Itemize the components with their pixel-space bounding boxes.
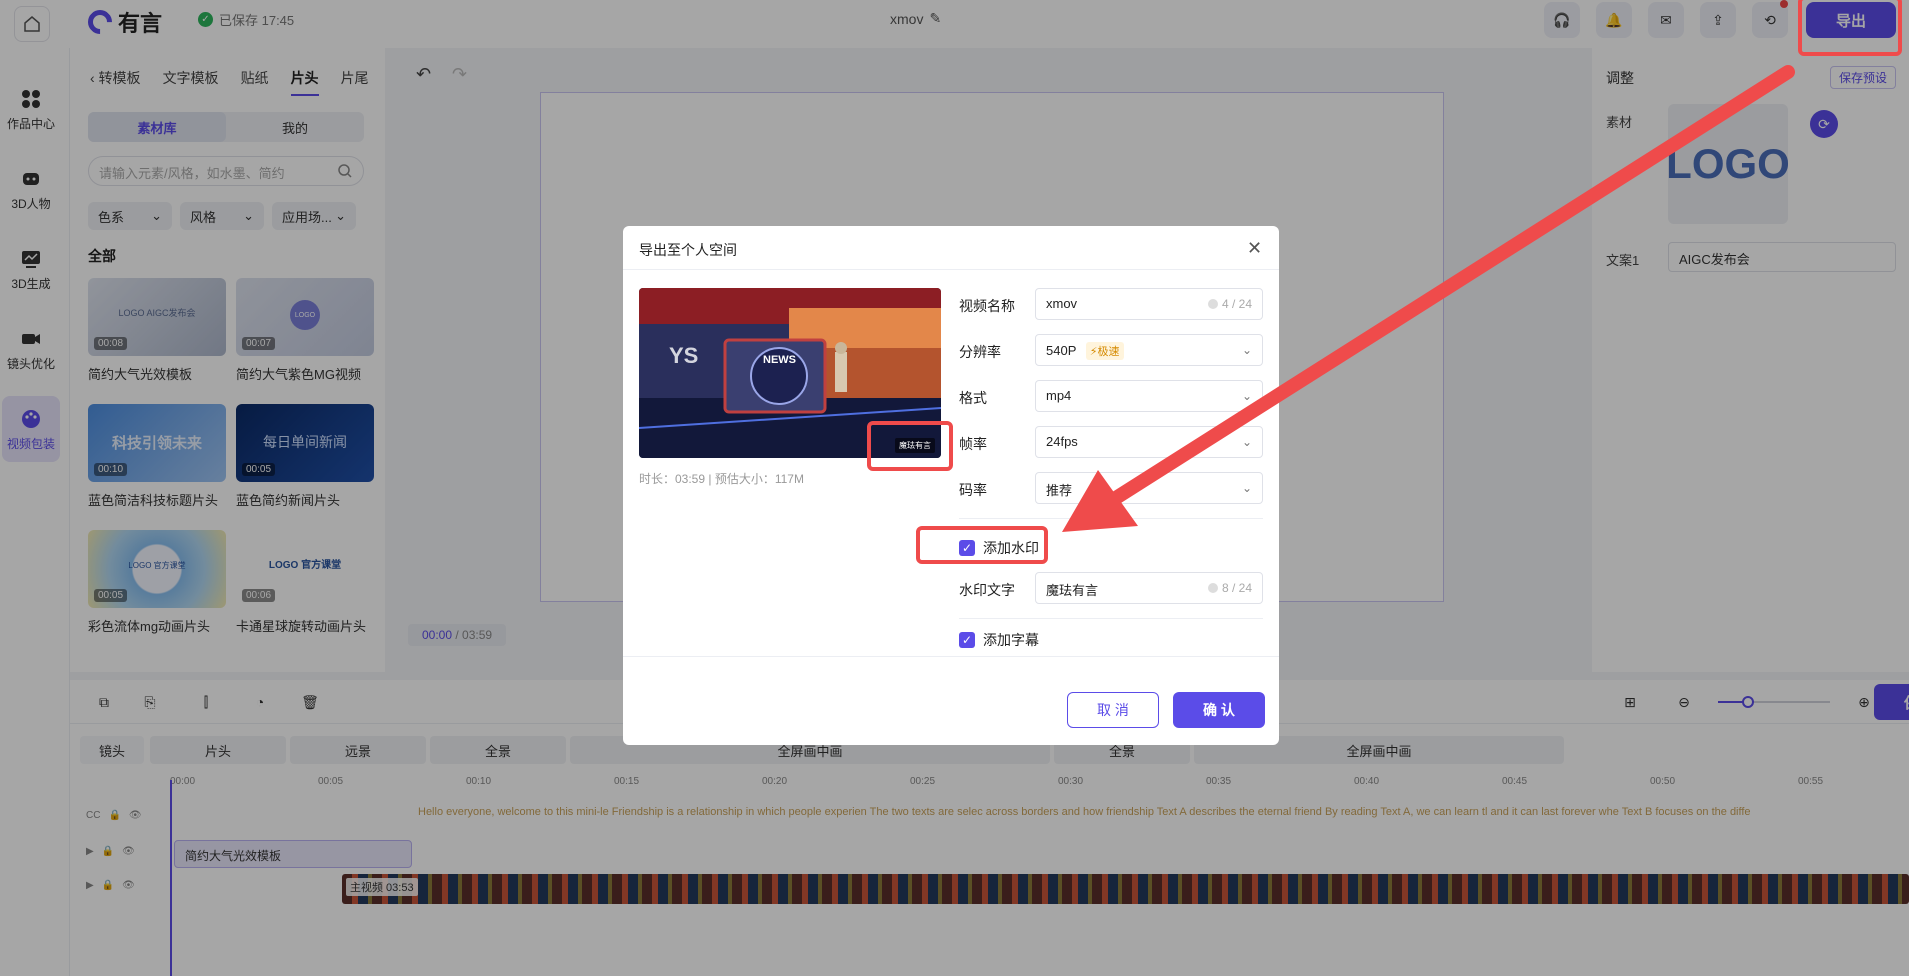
- watermark-text-input[interactable]: 魔珐有言 8 / 24: [1035, 572, 1263, 604]
- svg-text:YS: YS: [669, 343, 698, 368]
- export-dialog: 导出至个人空间 ✕ YS NEWS 魔珐有言 时长：03:59 | 预估大小：1…: [623, 226, 1279, 745]
- resolution-select[interactable]: 540P ⚡极速 ⌄: [1035, 334, 1263, 366]
- bitrate-value: 推荐: [1046, 483, 1073, 498]
- chevron-down-icon: ⌄: [1241, 481, 1252, 495]
- field-label: 分辨率: [959, 344, 1001, 360]
- confirm-button[interactable]: 确 认: [1173, 692, 1265, 728]
- subtitle-check-label: 添加字幕: [983, 632, 1039, 648]
- clear-icon[interactable]: [1207, 583, 1218, 593]
- field-label: 帧率: [959, 436, 987, 452]
- checkbox-checked-icon[interactable]: ✓: [959, 632, 975, 648]
- resolution-value: 540P: [1046, 343, 1077, 358]
- subtitle-checkbox[interactable]: ✓ 添加字幕: [959, 630, 1039, 650]
- field-label: 码率: [959, 482, 987, 498]
- video-name-input[interactable]: xmov 4 / 24: [1035, 288, 1263, 320]
- cancel-button[interactable]: 取 消: [1067, 692, 1159, 728]
- field-label: 格式: [959, 390, 987, 406]
- char-count-text: 8 / 24: [1221, 581, 1252, 595]
- dialog-title: 导出至个人空间: [639, 242, 737, 258]
- fps-value: 24fps: [1046, 434, 1078, 449]
- field-label: 水印文字: [959, 582, 1015, 598]
- fps-select[interactable]: 24fps ⌄: [1035, 426, 1263, 458]
- bitrate-select[interactable]: 推荐 ⌄: [1035, 472, 1263, 504]
- char-count: 4 / 24: [1207, 297, 1252, 311]
- field-label: 视频名称: [959, 298, 1015, 314]
- chevron-down-icon: ⌄: [1241, 343, 1252, 357]
- field-watermark-text: 水印文字 魔珐有言 8 / 24: [959, 572, 1263, 604]
- field-bitrate: 码率 推荐 ⌄: [959, 472, 1263, 504]
- highlight-export: [1798, 0, 1902, 56]
- char-count-text: 4 / 24: [1221, 297, 1252, 311]
- preview-meta: 时长：03:59 | 预估大小：117M: [639, 472, 804, 486]
- field-video-name: 视频名称 xmov 4 / 24: [959, 288, 1263, 320]
- field-fps: 帧率 24fps ⌄: [959, 426, 1263, 458]
- divider: [959, 518, 1263, 519]
- news-label: NEWS: [763, 354, 796, 366]
- format-value: mp4: [1046, 388, 1072, 403]
- chevron-down-icon: ⌄: [1241, 435, 1252, 449]
- field-format: 格式 mp4 ⌄: [959, 380, 1263, 412]
- fast-badge-text: 极速: [1097, 346, 1120, 358]
- format-select[interactable]: mp4 ⌄: [1035, 380, 1263, 412]
- chevron-down-icon: ⌄: [1241, 389, 1252, 403]
- fast-badge: ⚡极速: [1085, 342, 1124, 360]
- clear-icon[interactable]: [1207, 299, 1218, 309]
- divider: [959, 618, 1263, 619]
- video-name-value: xmov: [1046, 296, 1078, 311]
- field-name: [959, 236, 1263, 268]
- watermark-text-value: 魔珐有言: [1046, 583, 1099, 598]
- char-count: 8 / 24: [1207, 581, 1252, 595]
- highlight-watermark-checkbox: [916, 526, 1048, 564]
- dialog-footer-divider: [623, 656, 1279, 657]
- field-resolution: 分辨率 540P ⚡极速 ⌄: [959, 334, 1263, 366]
- highlight-watermark-preview: [867, 421, 953, 471]
